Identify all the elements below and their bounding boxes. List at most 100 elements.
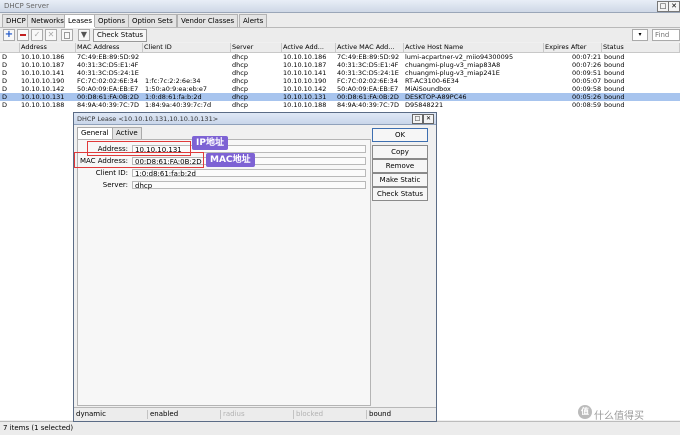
table-row[interactable]: D 10.10.10.142 50:A0:09:EA:EB:E7 1:50:a0:9:… xyxy=(0,85,680,93)
find-input[interactable]: Find xyxy=(652,29,680,41)
tab-networks[interactable]: Networks xyxy=(27,14,68,27)
table-cell: 1:0:d8:61:fa:b:2d xyxy=(145,93,202,101)
disable-icon[interactable]: ✕ xyxy=(45,29,57,41)
col-status[interactable]: Status xyxy=(602,43,680,52)
table-cell: bound xyxy=(604,61,625,69)
dialog-close-button[interactable]: ✕ xyxy=(423,114,434,124)
watermark-text: 什么值得买 xyxy=(594,411,644,422)
table-cell: 10.10.10.131 xyxy=(21,93,65,101)
table-cell: 40:31:3C:D5:24:1E xyxy=(337,69,399,77)
col-expires-after[interactable]: Expires After xyxy=(544,43,602,52)
col-mac-address[interactable]: MAC Address xyxy=(76,43,143,52)
table-row[interactable]: D 10.10.10.187 40:31:3C:D5:E1:4F dhcp 10.10.… xyxy=(0,61,680,69)
table-cell: RT-AC3100-6E34 xyxy=(405,77,459,85)
ok-button[interactable]: OK xyxy=(372,128,428,142)
table-cell: 00:08:59 xyxy=(572,101,602,109)
dialog-general-panel: Address: 10.10.10.131 MAC Address: 00:D8… xyxy=(77,139,371,406)
status-radius: radius xyxy=(221,410,294,419)
window-title: DHCP Server xyxy=(4,2,49,10)
table-cell: dhcp xyxy=(232,85,248,93)
table-cell: dhcp xyxy=(232,53,248,61)
table-cell: 84:9A:40:39:7C:7D xyxy=(77,101,140,109)
ip-annotation: IP地址 xyxy=(192,136,228,150)
filter-icon[interactable]: ▼ xyxy=(78,29,90,41)
dialog-title-bar: DHCP Lease <10.10.10.131,10.10.10.131> □… xyxy=(74,113,436,125)
comment-icon[interactable] xyxy=(61,29,73,41)
table-cell: 10.10.10.187 xyxy=(283,61,327,69)
table-cell: 10.10.10.142 xyxy=(21,85,65,93)
table-row[interactable]: D 10.10.10.190 FC:7C:02:02:6E:34 1:fc:7c:2:… xyxy=(0,77,680,85)
tab-leases[interactable]: Leases xyxy=(64,14,96,28)
table-row[interactable]: D 10.10.10.131 00:D8:61:FA:0B:2D 1:0:d8:61:… xyxy=(0,93,680,101)
check-status-dialog-button[interactable]: Check Status xyxy=(372,187,428,201)
table-row[interactable]: D 10.10.10.141 40:31:3C:D5:24:1E dhcp 10.10.… xyxy=(0,69,680,77)
table-cell: D95848221 xyxy=(405,101,444,109)
status-enabled: enabled xyxy=(148,410,221,419)
table-cell: D xyxy=(2,61,8,69)
remove-icon[interactable] xyxy=(17,29,29,41)
col-flag[interactable] xyxy=(0,43,20,52)
table-cell: D xyxy=(2,85,8,93)
table-cell: 10.10.10.142 xyxy=(283,85,327,93)
table-cell: 50:A0:09:EA:EB:E7 xyxy=(77,85,139,93)
check-status-button[interactable]: Check Status xyxy=(93,29,148,42)
table-cell: dhcp xyxy=(232,93,248,101)
col-client-id[interactable]: Client ID xyxy=(143,43,231,52)
enable-icon[interactable]: ✓ xyxy=(31,29,43,41)
table-cell: FC:7C:02:02:6E:34 xyxy=(77,77,138,85)
table-cell: 1:50:a0:9:ea:eb:e7 xyxy=(145,85,208,93)
table-cell: 10.10.10.188 xyxy=(283,101,327,109)
table-cell: FC:7C:02:02:6E:34 xyxy=(337,77,398,85)
col-active-address[interactable]: Active Add... xyxy=(282,43,336,52)
mac-highlight-box xyxy=(74,152,204,168)
client-id-label: Client ID: xyxy=(95,169,128,177)
table-cell: 00:05:07 xyxy=(572,77,602,85)
table-cell: 1:84:9a:40:39:7c:7d xyxy=(145,101,212,109)
table-row[interactable]: D 10.10.10.188 84:9A:40:39:7C:7D 1:84:9a:40… xyxy=(0,101,680,109)
status-blocked: blocked xyxy=(294,410,367,419)
toolbar: + ✓ ✕ ▼ Check Status ▾ Find xyxy=(0,28,680,42)
table-cell: 00:D8:61:FA:0B:2D xyxy=(337,93,399,101)
table-cell: chuangmi-plug-v3_miap241E xyxy=(405,69,500,77)
col-server[interactable]: Server xyxy=(231,43,282,52)
make-static-button[interactable]: Make Static xyxy=(372,173,428,187)
col-active-host-name[interactable]: Active Host Name xyxy=(404,43,544,52)
close-button[interactable]: ✕ xyxy=(668,1,680,12)
copy-button[interactable]: Copy xyxy=(372,145,428,159)
tab-alerts[interactable]: Alerts xyxy=(239,14,268,27)
col-address[interactable]: Address xyxy=(20,43,76,52)
dialog-status-bar: dynamic enabled radius blocked bound xyxy=(74,407,436,421)
table-cell: D xyxy=(2,101,8,109)
table-cell: chuangmi-plug-v3_miap83A8 xyxy=(405,61,501,69)
table-cell: 40:31:3C:D5:E1:4F xyxy=(77,61,139,69)
tab-vendor-classes[interactable]: Vendor Classes xyxy=(177,14,239,27)
filter-dropdown[interactable]: ▾ xyxy=(632,29,648,41)
remove-button[interactable]: Remove xyxy=(372,159,428,173)
table-cell: DESKTOP-A89PC46 xyxy=(405,93,467,101)
table-row[interactable]: D 10.10.10.186 7C:49:EB:89:5D:92 dhcp 10.10.… xyxy=(0,53,680,61)
table-cell: 10.10.10.187 xyxy=(21,61,65,69)
tab-option-sets[interactable]: Option Sets xyxy=(128,14,177,27)
col-active-mac[interactable]: Active MAC Add... xyxy=(336,43,404,52)
table-cell: 00:05:26 xyxy=(572,93,602,101)
tab-dhcp[interactable]: DHCP xyxy=(2,14,30,27)
table-cell: D xyxy=(2,53,8,61)
tab-options[interactable]: Options xyxy=(94,14,130,27)
client-id-field[interactable]: 1:0:d8:61:fa:b:2d xyxy=(132,169,366,178)
status-text: 7 items (1 selected) xyxy=(3,424,74,432)
dialog-restore-button[interactable]: □ xyxy=(412,114,423,124)
table-cell: D xyxy=(2,77,8,85)
server-field[interactable]: dhcp xyxy=(132,181,366,190)
table-cell: 40:31:3C:D5:E1:4F xyxy=(337,61,399,69)
table-cell: lumi-acpartner-v2_miio94300095 xyxy=(405,53,514,61)
table-cell: bound xyxy=(604,69,625,77)
table-cell: D xyxy=(2,93,8,101)
table-cell: 10.10.10.190 xyxy=(283,77,327,85)
dialog-title: DHCP Lease <10.10.10.131,10.10.10.131> xyxy=(77,115,219,123)
dialog-tab-active[interactable]: Active xyxy=(112,127,142,139)
add-icon[interactable]: + xyxy=(3,29,15,41)
title-bar: DHCP Server □ ✕ xyxy=(0,0,680,13)
table-cell: bound xyxy=(604,53,625,61)
mac-annotation: MAC地址 xyxy=(206,153,255,167)
table-cell: 00:09:51 xyxy=(572,69,602,77)
